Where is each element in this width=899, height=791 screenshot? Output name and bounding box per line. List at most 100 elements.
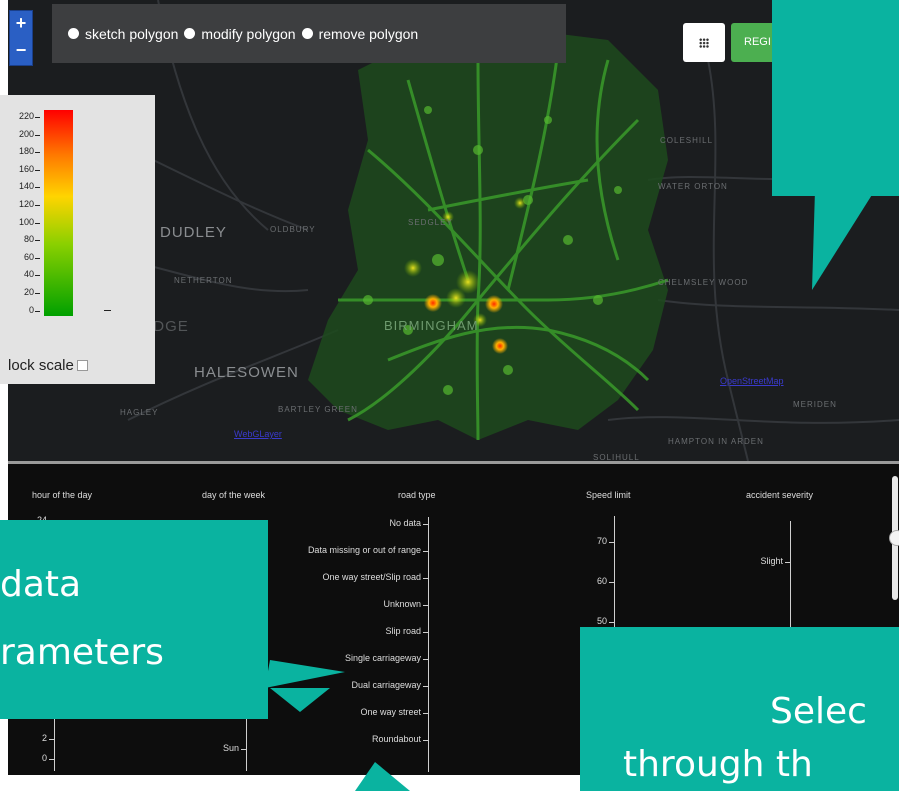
road-tick-mark: [423, 578, 428, 579]
heatmap-area: [308, 30, 668, 440]
road-tick-label[interactable]: Unknown: [383, 599, 421, 609]
option-label: modify polygon: [201, 25, 296, 42]
scale-tick: 60: [4, 252, 40, 264]
scale-tick: 100: [4, 217, 40, 229]
place-label: WATER ORTON: [658, 182, 728, 191]
road-axis[interactable]: [428, 517, 429, 772]
place-label: SOLIHULL: [593, 453, 640, 461]
color-scale-legend: 220 200 180 160 140 120 100 80 60 40 20 0 lock scal…: [0, 95, 155, 384]
place-label: OLDBURY: [270, 225, 316, 234]
polygon-toolbar: sketch polygon modify polygon remove pol…: [52, 4, 566, 63]
scale-tick-mark: [35, 310, 40, 312]
hour-filter-title: hour of the day: [32, 490, 93, 500]
place-label: SEDGLEY: [408, 218, 453, 227]
data-parameters-callout: data rameters: [0, 520, 268, 719]
scale-tick: 160: [4, 164, 40, 176]
hour-tick-mark: [49, 739, 54, 740]
radio-icon[interactable]: [184, 28, 196, 39]
road-tick-mark: [423, 551, 428, 552]
scale-tick-mark: [35, 222, 40, 224]
scale-tick-label: 80: [23, 234, 34, 245]
place-label: BARTLEY GREEN: [278, 405, 358, 414]
hour-tick-label[interactable]: 2: [42, 733, 47, 743]
option-label: sketch polygon: [85, 25, 179, 42]
scale-tick-label: 60: [23, 251, 34, 262]
road-tick-label[interactable]: Dual carriageway: [351, 680, 421, 690]
speed-tick-mark: [609, 582, 614, 583]
radio-icon[interactable]: [301, 28, 313, 39]
scale-tick-label: 180: [18, 146, 34, 157]
zoom-out-button[interactable]: −: [10, 38, 32, 65]
road-tick-label[interactable]: Single carriageway: [345, 653, 421, 663]
scale-tick: 0: [4, 305, 40, 317]
place-label: NETHERTON: [174, 276, 233, 285]
severity-axis[interactable]: [790, 521, 791, 636]
callout-text-line2: through th: [623, 744, 813, 785]
hour-tick-label[interactable]: 0: [42, 753, 47, 763]
scale-tick-label: 20: [23, 287, 34, 297]
scale-tick: 40: [4, 269, 40, 281]
severity-tick-label[interactable]: Slight: [760, 556, 783, 566]
zoom-in-button[interactable]: +: [10, 11, 32, 38]
scale-tick: 120: [4, 199, 40, 211]
road-tick-label[interactable]: No data: [389, 518, 421, 528]
lock-scale-toggle[interactable]: lock scale: [8, 357, 88, 374]
speed-axis[interactable]: [614, 516, 615, 636]
speed-tick-label[interactable]: 60: [597, 576, 607, 586]
scale-tick-mark: [35, 134, 40, 136]
scale-tick-mark: [35, 187, 40, 189]
webgl-attribution-link[interactable]: WebGLayer: [234, 429, 282, 439]
scale-tick-label: 40: [23, 269, 34, 280]
place-label: BIRMINGHAM: [384, 318, 479, 333]
modify-polygon-option[interactable]: modify polygon: [184, 25, 296, 42]
place-label: HAMPTON IN ARDEN: [668, 437, 764, 446]
speed-filter-title: Speed limit: [586, 490, 631, 500]
speed-tick-label[interactable]: 50: [597, 616, 607, 626]
remove-polygon-option[interactable]: remove polygon: [301, 25, 419, 42]
road-tick-label[interactable]: Data missing or out of range: [308, 545, 421, 555]
day-filter-title: day of the week: [202, 490, 266, 500]
scale-marker: [104, 310, 111, 311]
radio-icon[interactable]: [68, 28, 79, 39]
speed-tick-mark: [609, 622, 614, 623]
scale-tick-mark: [35, 152, 40, 154]
color-gradient-bar: [44, 110, 73, 316]
severity-filter-title: accident severity: [746, 490, 814, 500]
place-label: MERIDEN: [793, 400, 837, 409]
road-tick-label[interactable]: Slip road: [385, 626, 421, 636]
top-right-callout: [772, 0, 899, 196]
place-label: HAGLEY: [120, 408, 159, 417]
select-callout: Selec through th: [580, 627, 899, 791]
scale-tick-label: 120: [18, 199, 34, 209]
option-label: remove polygon: [318, 25, 419, 42]
road-tick-label[interactable]: One way street/Slip road: [322, 572, 421, 582]
grid-icon: [699, 37, 709, 48]
osm-attribution-link[interactable]: OpenStreetMap: [720, 376, 784, 386]
scale-tick-mark: [35, 257, 40, 259]
scale-tick-mark: [35, 169, 40, 171]
scale-tick-mark: [35, 275, 40, 277]
speed-tick-mark: [609, 542, 614, 543]
road-tick-label[interactable]: One way street: [360, 707, 421, 717]
grid-menu-button[interactable]: [683, 23, 725, 62]
scale-tick-label: 160: [18, 163, 34, 174]
speed-tick-label[interactable]: 70: [597, 536, 607, 546]
callout-text-line1: Selec: [770, 691, 867, 732]
sketch-polygon-option[interactable]: sketch polygon: [68, 26, 178, 42]
day-tick-mark: [241, 749, 246, 750]
severity-slider-handle[interactable]: [889, 530, 899, 546]
lock-scale-label: lock scale: [8, 357, 74, 374]
road-tick-label[interactable]: Roundabout: [372, 734, 421, 744]
lock-scale-checkbox[interactable]: [76, 360, 88, 371]
day-tick-label[interactable]: Sun: [223, 743, 239, 753]
callout-text-line2: rameters: [0, 632, 164, 673]
scale-tick: 200: [4, 129, 40, 141]
scale-tick-label: 100: [18, 216, 34, 227]
road-tick-mark: [423, 605, 428, 606]
place-label: CHELMSLEY WOOD: [658, 278, 749, 287]
scale-tick-mark: [35, 117, 40, 118]
scale-tick-label: 220: [18, 111, 34, 121]
road-tick-mark: [423, 713, 428, 714]
road-tick-mark: [423, 740, 428, 741]
scale-tick: 180: [4, 146, 40, 158]
